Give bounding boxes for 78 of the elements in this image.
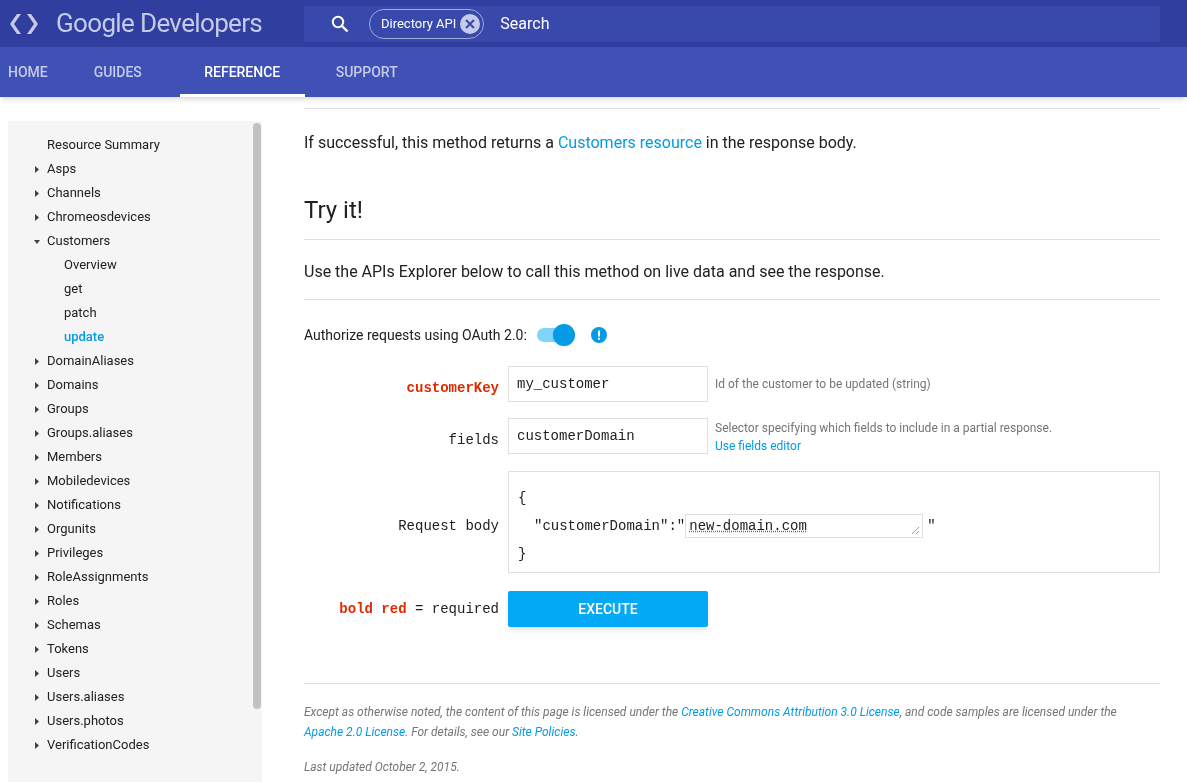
caret-right-icon[interactable] (34, 381, 40, 389)
caret-right-icon[interactable] (34, 453, 40, 461)
caret-right-icon[interactable] (34, 477, 40, 485)
code-text: } (518, 546, 527, 562)
sidebar-item[interactable]: Resource Summary (47, 135, 160, 155)
sidebar-item[interactable]: Chromeosdevices (47, 207, 151, 227)
caret-right-icon[interactable] (34, 189, 40, 197)
caret-right-icon[interactable] (34, 405, 40, 413)
scrollbar[interactable] (253, 123, 261, 709)
sidebar-item[interactable]: Schemas (47, 615, 101, 635)
code-text: "customerDomain":" (534, 517, 686, 536)
parameter-label: customerKey (406, 380, 499, 396)
sidebar-item[interactable]: Roles (47, 591, 80, 611)
paragraph: If successful, this method returns a Customers resource in the response body. (304, 133, 858, 153)
caret-right-icon[interactable] (34, 645, 40, 653)
sidebar-item[interactable]: patch (64, 303, 97, 323)
input-field[interactable]: customerDomain (508, 418, 708, 454)
sidebar-item[interactable]: Groups (47, 399, 89, 419)
caret-right-icon[interactable] (34, 717, 40, 725)
sidebar-item[interactable]: Users.aliases (47, 687, 125, 707)
nav-tab[interactable]: SUPPORT (304, 47, 429, 97)
toggle-label: Authorize requests using OAuth 2.0: (304, 325, 527, 345)
parameter-label: fields (448, 432, 499, 448)
code-text: " (927, 517, 936, 536)
close-icon[interactable] (460, 13, 481, 34)
caret-down-icon[interactable] (34, 237, 40, 245)
caret-right-icon[interactable] (34, 213, 40, 221)
caret-right-icon[interactable] (34, 741, 40, 749)
sidebar-item[interactable]: Notifications (47, 495, 121, 515)
legend-text: bold red = required (339, 600, 499, 617)
caret-right-icon[interactable] (34, 669, 40, 677)
sidebar-item[interactable]: RoleAssignments (47, 567, 149, 587)
paragraph: Use the APIs Explorer below to call this method on live data and see the response. (304, 262, 886, 282)
sidebar-item[interactable]: VerificationCodes (47, 735, 150, 755)
caret-right-icon[interactable] (34, 429, 40, 437)
input-field[interactable]: new-domain.com (685, 514, 924, 538)
sidebar-item[interactable]: Channels (47, 183, 101, 203)
caret-right-icon[interactable] (34, 573, 40, 581)
info-icon[interactable] (590, 327, 607, 343)
sidebar-item[interactable]: Mobiledevices (47, 471, 131, 491)
sidebar-item[interactable]: Tokens (47, 639, 89, 659)
sidebar-item[interactable]: get (64, 279, 83, 299)
search-icon[interactable] (331, 14, 349, 33)
caret-right-icon[interactable] (34, 693, 40, 701)
logo-text[interactable]: Google Developers (56, 4, 263, 43)
help-text: Id of the customer to be updated (string) (715, 376, 931, 393)
sidebar-item[interactable]: Users (47, 663, 81, 683)
caret-right-icon[interactable] (34, 501, 40, 509)
nav-tab[interactable]: HOME (0, 47, 56, 97)
caret-right-icon[interactable] (34, 597, 40, 605)
sidebar-item[interactable]: Domains (47, 375, 99, 395)
section-heading: Try it! (304, 195, 364, 225)
nav-tab[interactable]: REFERENCE (179, 47, 305, 97)
caret-right-icon[interactable] (34, 165, 40, 173)
nav-tab[interactable]: GUIDES (55, 47, 180, 97)
help-text: Selector specifying which fields to include in a partial response. (715, 420, 1053, 437)
license-notice: Except as otherwise noted, the content of this page is licensed under the Creative Commons Attribution 3.0 License, and code samples are licensed under the Apache 2.0 License. For details, see our Site Policies. (304, 704, 1118, 741)
sidebar-item[interactable]: Overview (64, 255, 117, 275)
parameter-label: Request body (398, 518, 499, 534)
sidebar-item[interactable]: Orgunits (47, 519, 96, 539)
input-field[interactable]: my_customer (508, 366, 708, 402)
code-text: { (518, 490, 527, 506)
caret-right-icon[interactable] (34, 549, 40, 557)
caret-right-icon[interactable] (34, 357, 40, 365)
sidebar-item[interactable]: Customers (47, 231, 111, 251)
resize-grip-icon[interactable] (910, 525, 921, 535)
caret-right-icon[interactable] (34, 525, 40, 533)
last-updated-text: Last updated October 2, 2015. (304, 759, 461, 776)
sidebar-item[interactable]: Privileges (47, 543, 104, 563)
sidebar-item[interactable]: Groups.aliases (47, 423, 133, 443)
search-field[interactable]: Directory API Search (304, 5, 1160, 42)
sidebar-item[interactable]: Asps (47, 159, 77, 179)
toggle-switch[interactable] (536, 324, 575, 346)
sidebar-item[interactable]: Users.photos (47, 711, 124, 731)
sidebar-item[interactable]: DomainAliases (47, 351, 134, 371)
brackets-logo-icon (8, 11, 40, 36)
sidebar-item[interactable]: Members (47, 447, 102, 467)
caret-right-icon[interactable] (34, 621, 40, 629)
